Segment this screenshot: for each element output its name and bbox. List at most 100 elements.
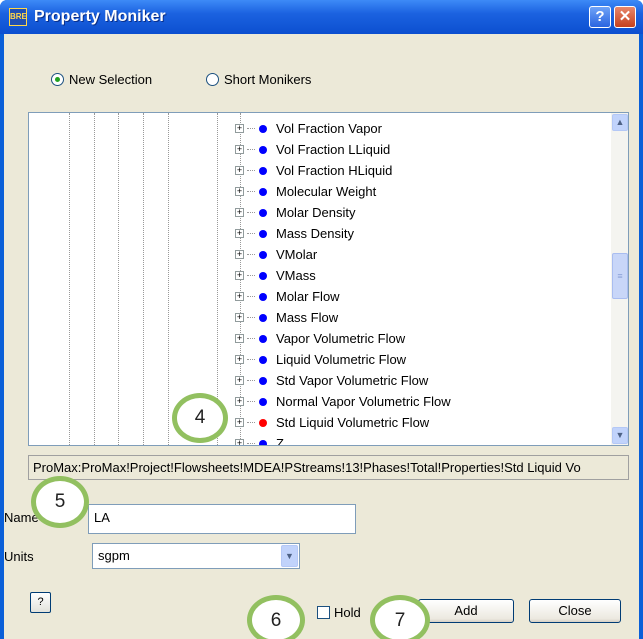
tree-connector <box>247 275 255 276</box>
tree-item-label: VMass <box>276 268 316 283</box>
short-monikers-radio[interactable]: Short Monikers <box>206 72 311 87</box>
tree-item-label: Mass Flow <box>276 310 339 325</box>
status-dot-icon <box>259 124 267 133</box>
tree-item[interactable]: + VMolar <box>235 244 451 265</box>
status-dot-icon <box>259 187 267 196</box>
expand-icon[interactable]: + <box>235 187 244 196</box>
dialog-body: New Selection Short Monikers + Vol Fracti… <box>4 34 639 639</box>
tree-item-label: Z <box>276 436 284 446</box>
tree-guide-line <box>168 113 169 445</box>
units-label: Units <box>4 549 34 564</box>
tree-item[interactable]: + Vol Fraction LLiquid <box>235 139 451 160</box>
status-dot-icon <box>259 271 267 280</box>
expand-icon[interactable]: + <box>235 271 244 280</box>
callout-6: 6 <box>247 595 305 639</box>
tree-item[interactable]: + Molar Flow <box>235 286 451 307</box>
expand-icon[interactable]: + <box>235 334 244 343</box>
radio-indicator-selected[interactable] <box>51 73 64 86</box>
expand-icon[interactable]: + <box>235 397 244 406</box>
expand-icon[interactable]: + <box>235 376 244 385</box>
moniker-path-display: ProMax:ProMax!Project!Flowsheets!MDEA!PS… <box>28 455 629 480</box>
radio-indicator[interactable] <box>206 73 219 86</box>
tree-item[interactable]: + Molar Density <box>235 202 451 223</box>
status-dot-icon <box>259 418 267 427</box>
tree-item[interactable]: + Normal Vapor Volumetric Flow <box>235 391 451 412</box>
expand-icon[interactable]: + <box>235 124 244 133</box>
units-select[interactable]: sgpm ▼ <box>92 543 300 569</box>
tree-items: + Vol Fraction Vapor + Vol Fraction LLiquid… <box>235 118 451 446</box>
tree-item[interactable]: + Molecular Weight <box>235 181 451 202</box>
close-button[interactable]: Close <box>529 599 621 623</box>
expand-icon[interactable]: + <box>235 229 244 238</box>
title-bar[interactable]: BRE Property Moniker ? ✕ <box>0 0 643 34</box>
tree-item[interactable]: + Mass Flow <box>235 307 451 328</box>
tree-connector <box>247 443 255 444</box>
title-help-button[interactable]: ? <box>589 6 611 28</box>
tree-item-label: Molar Density <box>276 205 356 220</box>
new-selection-label: New Selection <box>69 72 153 87</box>
tree-guide-line <box>94 113 95 445</box>
tree-item[interactable]: + Liquid Volumetric Flow <box>235 349 451 370</box>
tree-item[interactable]: + Std Liquid Volumetric Flow <box>235 412 451 433</box>
tree-item[interactable]: + Mass Density <box>235 223 451 244</box>
hold-label: Hold <box>334 605 361 620</box>
tree-guide-line <box>143 113 144 445</box>
status-dot-icon <box>259 397 267 406</box>
tree-item[interactable]: + Z <box>235 433 451 446</box>
title-close-button[interactable]: ✕ <box>614 6 636 28</box>
expand-icon[interactable]: + <box>235 145 244 154</box>
tree-item-label: Vol Fraction Vapor <box>276 121 382 136</box>
callout-5: 5 <box>31 476 89 528</box>
scroll-up-icon[interactable]: ▲ <box>612 114 628 131</box>
app-icon: BRE <box>9 8 27 26</box>
tree-item[interactable]: + Vol Fraction HLiquid <box>235 160 451 181</box>
tree-item-label: Std Vapor Volumetric Flow <box>276 373 429 388</box>
tree-item-label: Vapor Volumetric Flow <box>276 331 406 346</box>
tree-guide-line <box>118 113 119 445</box>
tree-item-label: Vol Fraction HLiquid <box>276 163 393 178</box>
tree-connector <box>247 128 255 129</box>
new-selection-radio[interactable]: New Selection <box>51 72 152 87</box>
tree-item[interactable]: + Vol Fraction Vapor <box>235 118 451 139</box>
tree-item-label: Vol Fraction LLiquid <box>276 142 391 157</box>
tree-connector <box>247 380 255 381</box>
status-dot-icon <box>259 229 267 238</box>
tree-connector <box>247 359 255 360</box>
tree-item[interactable]: + Std Vapor Volumetric Flow <box>235 370 451 391</box>
tree-item-label: Liquid Volumetric Flow <box>276 352 407 367</box>
tree-item-label: Std Liquid Volumetric Flow <box>276 415 430 430</box>
expand-icon[interactable]: + <box>235 292 244 301</box>
expand-icon[interactable]: + <box>235 355 244 364</box>
scroll-down-icon[interactable]: ▼ <box>612 427 628 444</box>
short-monikers-label: Short Monikers <box>224 72 312 87</box>
status-dot-icon <box>259 313 267 322</box>
status-dot-icon <box>259 145 267 154</box>
tree-connector <box>247 233 255 234</box>
tree-item-label: Molecular Weight <box>276 184 377 199</box>
hold-checkbox-box[interactable] <box>317 606 330 619</box>
expand-icon[interactable]: + <box>235 166 244 175</box>
scroll-thumb[interactable]: ≡ <box>612 253 628 299</box>
tree-connector <box>247 149 255 150</box>
tree-item[interactable]: + Vapor Volumetric Flow <box>235 328 451 349</box>
name-input[interactable]: LA <box>88 504 356 534</box>
expand-icon[interactable]: + <box>235 208 244 217</box>
status-dot-icon <box>259 439 267 445</box>
help-icon[interactable]: ? <box>30 592 51 613</box>
tree-item[interactable]: + VMass <box>235 265 451 286</box>
chevron-down-icon[interactable]: ▼ <box>281 545 298 567</box>
expand-icon[interactable]: + <box>235 418 244 427</box>
expand-icon[interactable]: + <box>235 313 244 322</box>
property-tree[interactable]: + Vol Fraction Vapor + Vol Fraction LLiquid… <box>28 112 629 446</box>
tree-connector <box>247 422 255 423</box>
tree-connector <box>247 317 255 318</box>
status-dot-icon <box>259 376 267 385</box>
tree-vertical-scrollbar[interactable]: ▲ ≡ ▼ <box>611 113 628 445</box>
tree-item-label: Mass Density <box>276 226 355 241</box>
status-dot-icon <box>259 292 267 301</box>
expand-icon[interactable]: + <box>235 250 244 259</box>
add-button[interactable]: Add <box>418 599 514 623</box>
tree-connector <box>247 254 255 255</box>
hold-checkbox[interactable]: Hold <box>317 605 361 620</box>
expand-icon[interactable]: + <box>235 439 244 445</box>
